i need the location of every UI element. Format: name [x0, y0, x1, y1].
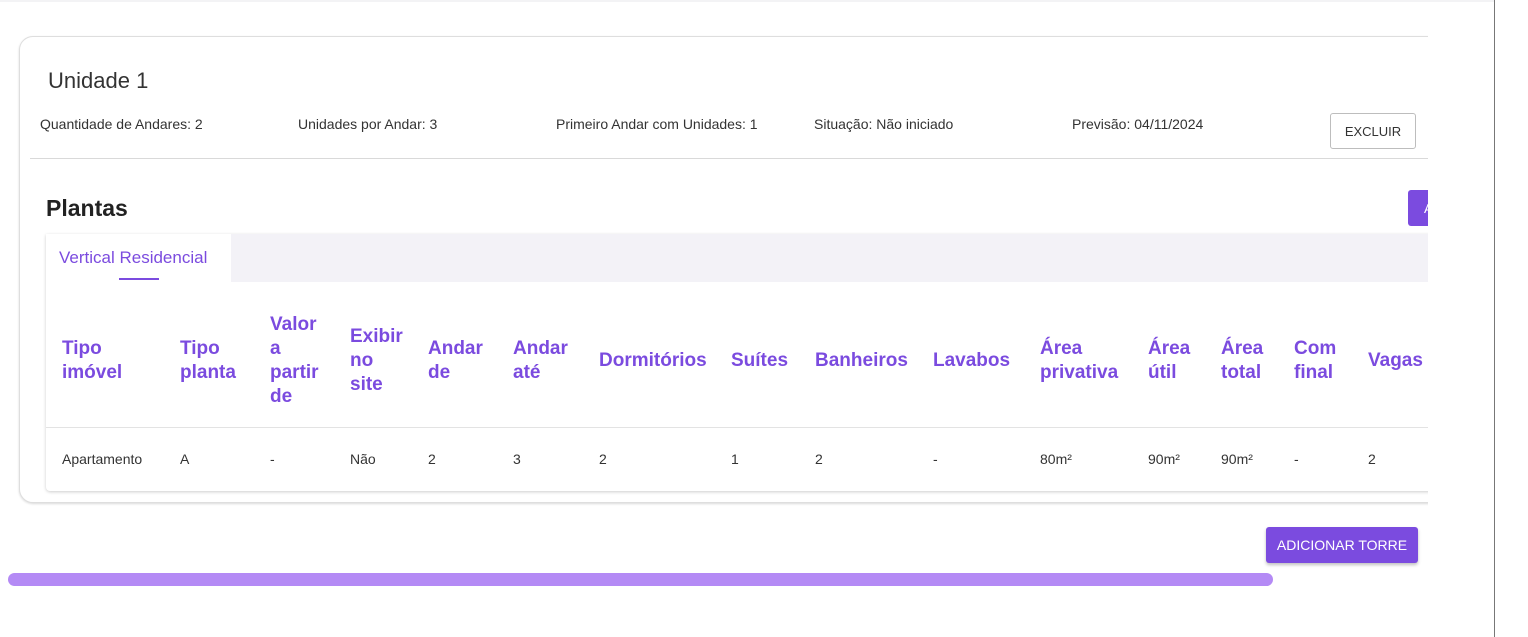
header-line: Área — [1148, 338, 1191, 359]
col-andar-de[interactable]: Andar de — [428, 337, 483, 385]
header-line: Área — [1040, 338, 1083, 359]
table-row-divider — [46, 427, 1428, 428]
col-tipo-imovel[interactable]: Tipo imóvel — [62, 337, 122, 385]
cell-exibir-no-site: Não — [350, 451, 376, 467]
cell-dormitorios: 2 — [599, 451, 607, 467]
header-line: a — [270, 338, 281, 359]
header-line: partir — [270, 362, 319, 383]
info-status-label: Situação: — [814, 116, 873, 132]
info-forecast-value: 04/11/2024 — [1134, 116, 1204, 132]
header-line: planta — [180, 362, 236, 383]
divider — [30, 158, 1428, 159]
cell-area-util: 90m² — [1148, 451, 1180, 467]
cell-tipo-imovel: Apartamento — [62, 451, 143, 467]
info-status-value: Não iniciado — [876, 116, 954, 132]
header-line: de — [270, 386, 293, 407]
col-dormitorios[interactable]: Dormitórios — [599, 349, 707, 373]
header-line: Banheiros — [815, 350, 908, 371]
header-line: Lavabos — [933, 350, 1011, 371]
unit-card: Unidade 1 Quantidade de Andares: 2 Unida… — [19, 36, 1428, 503]
header-line: final — [1294, 362, 1334, 383]
cell-lavabos: - — [933, 451, 938, 467]
header-line: total — [1221, 362, 1262, 383]
header-line: site — [350, 374, 383, 395]
col-valor-a-partir-de[interactable]: Valor a partir de — [270, 313, 319, 409]
header-line: Andar — [428, 338, 483, 359]
col-vagas[interactable]: Vagas — [1368, 349, 1423, 373]
col-suites[interactable]: Suítes — [731, 349, 788, 373]
col-banheiros[interactable]: Banheiros — [815, 349, 908, 373]
header-line: Valor — [270, 314, 317, 335]
col-com-final[interactable]: Com final — [1294, 337, 1336, 385]
info-status: Situação: Não iniciado — [814, 116, 953, 132]
col-area-privativa[interactable]: Área privativa — [1040, 337, 1118, 385]
header-line: Dormitórios — [599, 350, 707, 371]
cell-andar-ate: 3 — [513, 451, 521, 467]
tab-bar: Vertical Residencial — [46, 234, 1428, 282]
header-line: Vagas — [1368, 350, 1423, 371]
header-line: Tipo — [62, 338, 102, 359]
cell-andar-de: 2 — [428, 451, 436, 467]
horizontal-scroll-area: Unidade 1 Quantidade de Andares: 2 Unida… — [0, 0, 1428, 637]
col-andar-ate[interactable]: Andar até — [513, 337, 568, 385]
cell-valor: - — [270, 451, 275, 467]
header-line: Tipo — [180, 338, 220, 359]
header-line: privativa — [1040, 362, 1119, 383]
plantas-title: Plantas — [46, 195, 128, 221]
header-line: de — [428, 362, 451, 383]
header-line: Andar — [513, 338, 568, 359]
add-planta-button[interactable]: A — [1408, 190, 1428, 226]
col-tipo-planta[interactable]: Tipo planta — [180, 337, 236, 385]
active-tab-indicator — [119, 278, 159, 280]
header-line: Exibir — [350, 326, 403, 347]
excluir-button[interactable]: EXCLUIR — [1330, 113, 1416, 149]
cell-tipo-planta: A — [180, 451, 190, 467]
header-line: útil — [1148, 362, 1177, 383]
cell-suites: 1 — [731, 451, 739, 467]
adicionar-torre-button[interactable]: ADICIONAR TORRE — [1266, 527, 1418, 563]
col-exibir-no-site[interactable]: Exibir no site — [350, 325, 403, 397]
info-floors-label: Quantidade de Andares: — [40, 116, 192, 132]
cell-area-total: 90m² — [1221, 451, 1253, 467]
info-units-per-floor-label: Unidades por Andar: — [298, 116, 426, 132]
header-line: Com — [1294, 338, 1337, 359]
unit-title: Unidade 1 — [48, 68, 149, 93]
info-first-floor-value: 1 — [749, 116, 758, 132]
cell-com-final: - — [1294, 451, 1299, 467]
header-line: imóvel — [62, 362, 123, 383]
tab-vertical-residencial[interactable]: Vertical Residencial — [46, 234, 231, 282]
col-area-util[interactable]: Área útil — [1148, 337, 1190, 385]
plantas-panel: Vertical Residencial Tipo imóvel Tipo plan… — [46, 234, 1428, 491]
header-line: Área — [1221, 338, 1264, 359]
info-units-per-floor-value: 3 — [429, 116, 438, 132]
cell-vagas: 2 — [1368, 451, 1376, 467]
horizontal-scrollbar-thumb[interactable] — [8, 573, 1273, 586]
header-line: no — [350, 350, 374, 371]
header-line: até — [513, 362, 541, 383]
cell-area-privativa: 80m² — [1040, 451, 1072, 467]
info-units-per-floor: Unidades por Andar: 3 — [298, 116, 437, 132]
cell-banheiros: 2 — [815, 451, 823, 467]
info-forecast: Previsão: 04/11/2024 — [1072, 116, 1203, 132]
info-floors-value: 2 — [194, 116, 203, 132]
vertical-divider — [1494, 0, 1495, 637]
info-forecast-label: Previsão: — [1072, 116, 1131, 132]
col-area-total[interactable]: Área total — [1221, 337, 1263, 385]
info-first-floor-label: Primeiro Andar com Unidades: — [556, 116, 746, 132]
col-lavabos[interactable]: Lavabos — [933, 349, 1010, 373]
info-first-floor: Primeiro Andar com Unidades: 1 — [556, 116, 758, 132]
header-line: Suítes — [731, 350, 789, 371]
info-floors: Quantidade de Andares: 2 — [40, 116, 203, 132]
